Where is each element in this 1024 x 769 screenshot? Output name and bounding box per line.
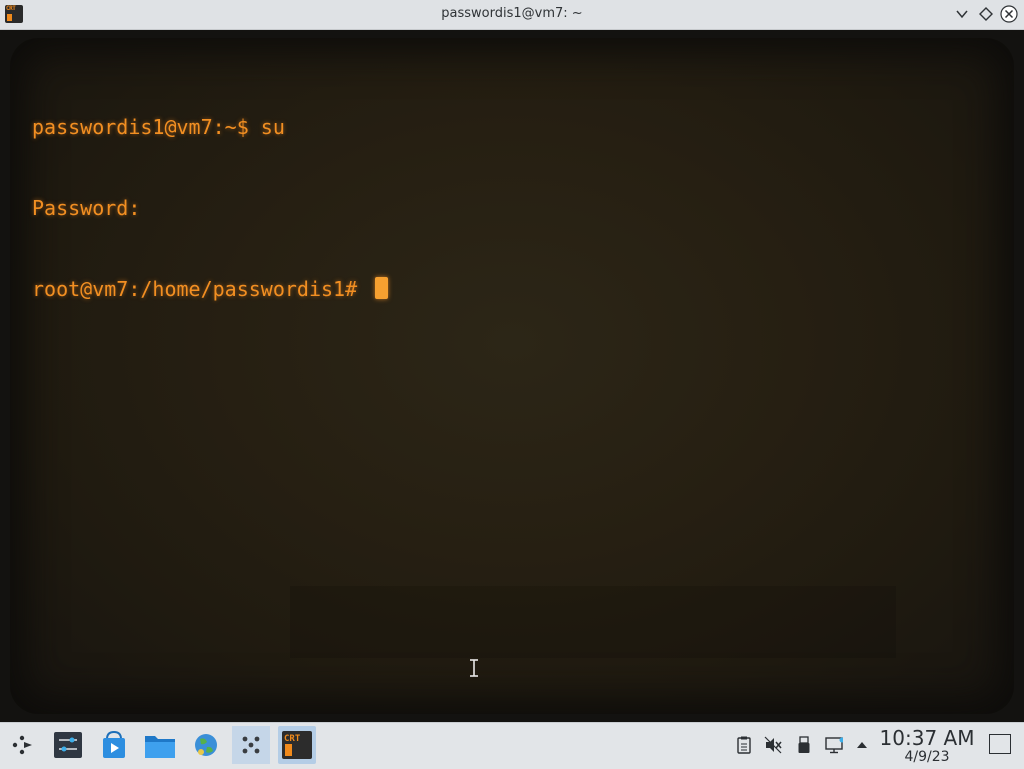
- sliders-icon: [54, 732, 82, 758]
- clipboard-button[interactable]: [735, 736, 753, 754]
- terminal-prompt-line: root@vm7:/home/passwordis1#: [32, 276, 389, 303]
- ibeam-cursor-icon: [470, 659, 478, 677]
- globe-icon: [195, 734, 217, 756]
- expand-tray-button[interactable]: [853, 736, 871, 754]
- crt-scanline-band: [290, 586, 896, 658]
- clock-date[interactable]: 4/9/23: [878, 749, 976, 765]
- window-title: passwordis1@vm7: ~: [441, 6, 583, 21]
- expand-tray-icon: [857, 742, 867, 748]
- shopping-bag-icon: [103, 730, 125, 758]
- terminal-window[interactable]: passwordis1@vm7:~$ su Password: root@vm7…: [0, 30, 1024, 722]
- terminal-prompt: root@vm7:/home/passwordis1#: [32, 277, 370, 301]
- taskbar-item-games[interactable]: [232, 726, 270, 764]
- terminal-cursor: [375, 277, 389, 299]
- show-desktop-button[interactable]: [989, 734, 1011, 754]
- window-titlebar[interactable]: CRT passwordis1@vm7: ~: [0, 0, 1024, 30]
- terminal-line: Password:: [32, 196, 141, 220]
- crt-icon: CRT: [282, 731, 312, 759]
- taskbar-item-system-settings[interactable]: [49, 726, 87, 764]
- application-launcher-icon: [12, 735, 32, 755]
- volume-muted-icon: [764, 736, 782, 754]
- taskbar-item-file-manager[interactable]: [141, 726, 179, 764]
- terminal-line: passwordis1@vm7:~$ su: [32, 115, 285, 139]
- usb-drive-button[interactable]: [795, 736, 813, 754]
- diamond-icon: [979, 7, 993, 21]
- network-button[interactable]: [825, 736, 843, 754]
- volume-button[interactable]: [764, 736, 782, 754]
- dice-icon: [242, 736, 260, 754]
- chevron-down-icon: [956, 10, 968, 19]
- usb-drive-icon: [798, 736, 810, 753]
- taskbar-item-web-browser[interactable]: [187, 726, 225, 764]
- crt-screen[interactable]: passwordis1@vm7:~$ su Password: root@vm7…: [10, 38, 1014, 714]
- taskbar-item-cool-retro-term[interactable]: CRT: [278, 726, 316, 764]
- clock-time[interactable]: 10:37 AM: [878, 726, 976, 750]
- terminal-output[interactable]: passwordis1@vm7:~$ su Password: root@vm7…: [32, 60, 389, 357]
- clipboard-icon: [737, 736, 751, 754]
- application-launcher-button[interactable]: [3, 726, 41, 764]
- maximize-button[interactable]: [977, 5, 995, 23]
- close-icon: [1000, 5, 1018, 23]
- minimize-button[interactable]: [953, 5, 971, 23]
- crt-icon-text: CRT: [284, 734, 301, 744]
- folder-icon: [145, 736, 175, 758]
- taskbar-item-discover[interactable]: [95, 726, 133, 764]
- network-icon: [825, 737, 843, 754]
- close-button[interactable]: [1000, 5, 1018, 23]
